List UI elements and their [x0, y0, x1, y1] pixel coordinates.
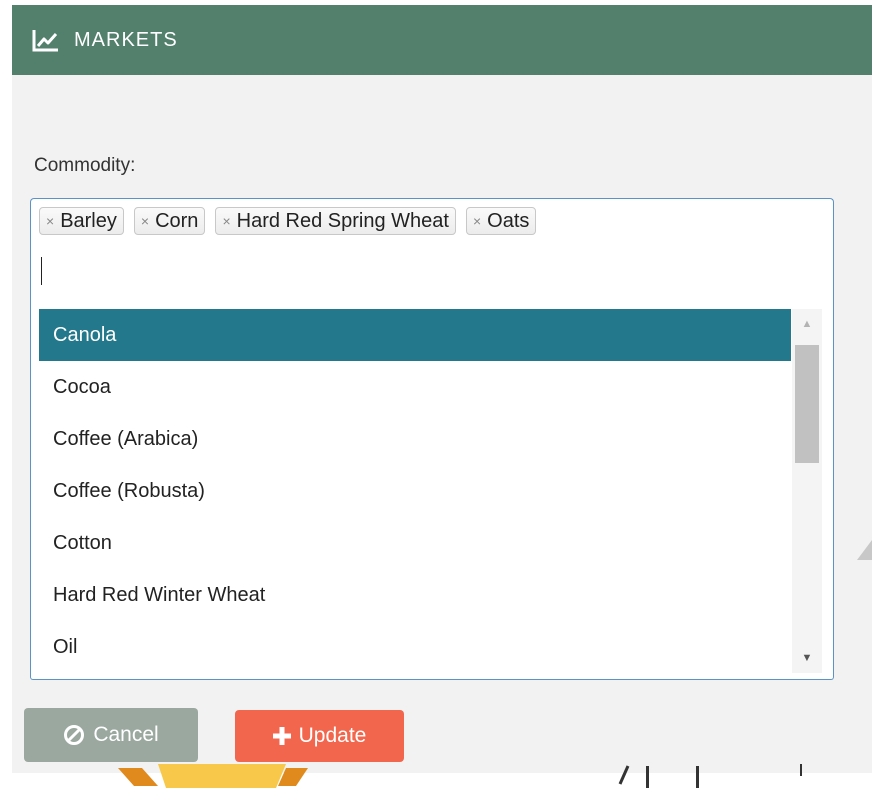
option-cocoa[interactable]: Cocoa	[39, 361, 791, 413]
plus-icon	[272, 727, 291, 745]
cancel-label: Cancel	[93, 723, 159, 746]
tag-label: Oats	[487, 209, 530, 232]
option-cotton[interactable]: Cotton	[39, 517, 791, 569]
option-hard-red-winter-wheat[interactable]: Hard Red Winter Wheat	[39, 569, 791, 621]
tag-corn: × Corn	[133, 207, 206, 235]
tag-label: Hard Red Spring Wheat	[236, 209, 449, 232]
tag-oats: × Oats	[465, 207, 537, 235]
background-artwork	[118, 764, 802, 788]
panel-header: MARKETS	[12, 5, 872, 75]
commodity-multiselect[interactable]: × Barley × Corn × Hard Red Spring Wheat …	[30, 198, 834, 302]
commodity-label: Commodity:	[34, 155, 136, 176]
remove-tag-icon[interactable]: ×	[473, 213, 481, 229]
background-triangle	[857, 540, 872, 560]
update-button[interactable]: Update	[235, 710, 404, 762]
tag-label: Barley	[60, 209, 117, 232]
remove-tag-icon[interactable]: ×	[46, 213, 54, 229]
scroll-down-icon[interactable]: ▼	[792, 643, 822, 673]
tag-label: Corn	[155, 209, 199, 232]
line-chart-icon	[32, 27, 62, 53]
option-coffee-robusta[interactable]: Coffee (Robusta)	[39, 465, 791, 517]
remove-tag-icon[interactable]: ×	[141, 213, 149, 229]
tag-hard-red-spring-wheat: × Hard Red Spring Wheat	[215, 207, 456, 235]
markets-panel: MARKETS Commodity: × Barley × Corn × Har…	[12, 5, 872, 773]
scroll-thumb[interactable]	[795, 345, 819, 463]
search-input[interactable]	[41, 257, 42, 285]
tag-barley: × Barley	[39, 207, 124, 235]
ban-icon	[63, 724, 85, 746]
commodity-dropdown: Canola Cocoa Coffee (Arabica) Coffee (Ro…	[30, 302, 834, 680]
remove-tag-icon[interactable]: ×	[222, 213, 230, 229]
update-label: Update	[298, 724, 367, 747]
selected-tags: × Barley × Corn × Hard Red Spring Wheat …	[39, 207, 537, 235]
option-oil[interactable]: Oil	[39, 621, 791, 673]
options-list: Canola Cocoa Coffee (Arabica) Coffee (Ro…	[39, 309, 791, 673]
scroll-up-icon[interactable]: ▲	[792, 309, 822, 339]
option-canola[interactable]: Canola	[39, 309, 791, 361]
cancel-button[interactable]: Cancel	[24, 708, 198, 762]
panel-title: MARKETS	[74, 28, 178, 51]
dropdown-scrollbar[interactable]: ▲ ▼	[792, 309, 822, 673]
option-coffee-arabica[interactable]: Coffee (Arabica)	[39, 413, 791, 465]
